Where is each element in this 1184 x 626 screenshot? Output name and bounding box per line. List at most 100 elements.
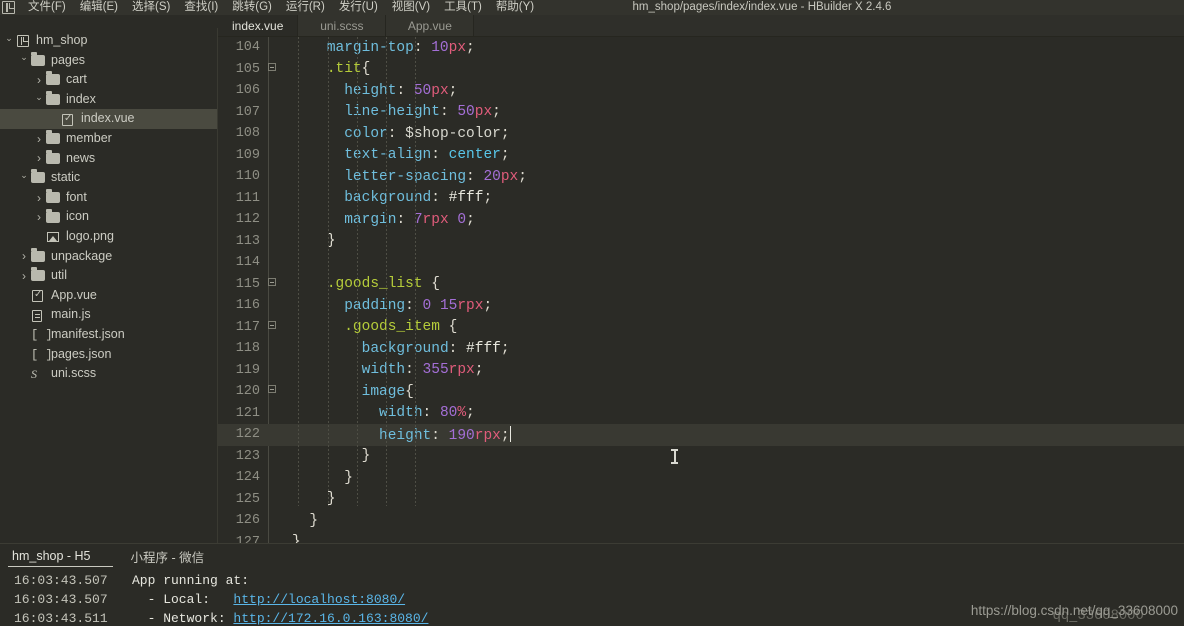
tree-item-member[interactable]: › member xyxy=(0,129,218,149)
code-line[interactable]: 125 } xyxy=(218,489,1184,511)
code-line[interactable]: 122 height: 190rpx; xyxy=(218,424,1184,446)
code-line[interactable]: 109 text-align: center; xyxy=(218,145,1184,167)
code-line[interactable]: 118 background: #fff; xyxy=(218,338,1184,360)
chevron-right-icon[interactable]: › xyxy=(34,211,44,223)
log-url-link[interactable]: http://172.16.0.163:8080/ xyxy=(233,609,428,626)
tree-item-label: hm_shop xyxy=(36,33,88,47)
chevron-right-icon[interactable]: › xyxy=(34,133,44,145)
tree-item-static[interactable]: ⌄ static xyxy=(0,168,218,188)
line-number: 123 xyxy=(235,448,260,464)
tree-item-label: static xyxy=(51,170,81,185)
chevron-down-icon[interactable]: ⌄ xyxy=(19,170,29,183)
tree-item-cart[interactable]: › cart xyxy=(0,70,218,90)
fold-toggle-icon[interactable] xyxy=(264,59,280,81)
menu-view[interactable]: 视图(V) xyxy=(385,0,437,15)
log-message: App running at: xyxy=(132,573,250,588)
tree-item-hm_shop[interactable]: ⌄ hm_shop xyxy=(0,31,218,51)
code-line[interactable]: 107 line-height: 50px; xyxy=(218,102,1184,124)
code-text: width: 355rpx; xyxy=(361,362,484,379)
line-number: 111 xyxy=(235,190,260,206)
line-number: 125 xyxy=(235,491,260,507)
chevron-right-icon[interactable]: › xyxy=(34,192,44,204)
folder-icon xyxy=(46,130,61,145)
code-line[interactable]: 123 } xyxy=(218,446,1184,468)
tree-item-pages-json[interactable]: [ ] pages.json xyxy=(0,345,218,365)
chevron-right-icon[interactable]: › xyxy=(19,250,29,262)
chevron-right-icon[interactable]: › xyxy=(34,74,44,86)
code-text: height: 190rpx; xyxy=(379,425,512,444)
code-line[interactable]: 104 margin-top: 10px; xyxy=(218,37,1184,59)
menu-edit[interactable]: 编辑(E) xyxy=(73,0,125,15)
tree-item-app-vue[interactable]: App.vue xyxy=(0,286,218,306)
chevron-down-icon[interactable]: ⌄ xyxy=(34,92,44,105)
code-line[interactable]: 120 image{ xyxy=(218,381,1184,403)
code-line[interactable]: 114 xyxy=(218,252,1184,274)
code-line[interactable]: 121 width: 80%; xyxy=(218,403,1184,425)
tree-item-index-vue[interactable]: index.vue xyxy=(0,109,218,129)
code-line[interactable]: 127} xyxy=(218,532,1184,543)
tree-item-font[interactable]: › font xyxy=(0,188,218,208)
project-explorer[interactable]: ⌄ hm_shop ⌄ pages › cart ⌄ index index.vue › membe… xyxy=(0,28,218,543)
tree-item-label: pages.json xyxy=(51,346,112,361)
menu-file[interactable]: 文件(F) xyxy=(21,0,73,15)
code-line[interactable]: 119 width: 355rpx; xyxy=(218,360,1184,382)
tab-uni-scss[interactable]: uni.scss xyxy=(298,15,387,36)
code-text: letter-spacing: 20px; xyxy=(344,168,527,185)
line-number: 105 xyxy=(235,61,260,77)
line-number: 119 xyxy=(235,362,260,378)
tree-item-unpackage[interactable]: › unpackage xyxy=(0,247,218,267)
tree-item-main-js[interactable]: main.js xyxy=(0,305,218,325)
fold-toggle-icon[interactable] xyxy=(264,381,280,403)
tab-app-vue[interactable]: App.vue xyxy=(386,15,475,36)
code-line[interactable]: 111 background: #fff; xyxy=(218,188,1184,210)
code-text: background: #fff; xyxy=(361,340,510,357)
tree-item-index[interactable]: ⌄ index xyxy=(0,90,218,110)
log-url-link[interactable]: http://localhost:8080/ xyxy=(233,590,405,609)
tab-index-vue[interactable]: index.vue xyxy=(218,15,299,36)
code-text: text-align: center; xyxy=(344,147,510,164)
tree-item-manifest-json[interactable]: [ ] manifest.json xyxy=(0,325,218,345)
code-line[interactable]: 112 margin: 7rpx 0; xyxy=(218,209,1184,231)
code-text: } xyxy=(344,469,353,486)
code-line[interactable]: 124 } xyxy=(218,467,1184,489)
code-line[interactable]: 110 letter-spacing: 20px; xyxy=(218,166,1184,188)
menu-select[interactable]: 选择(S) xyxy=(125,0,177,15)
code-line[interactable]: 117 .goods_item { xyxy=(218,317,1184,339)
code-content[interactable]: 104 margin-top: 10px; 105 .tit{106 height… xyxy=(218,37,1184,543)
console-tab-1[interactable]: 小程序 - 微信 xyxy=(127,547,215,569)
chevron-right-icon[interactable]: › xyxy=(19,270,29,282)
folder-icon xyxy=(31,247,46,263)
line-number: 118 xyxy=(235,341,260,357)
console-tab-0[interactable]: hm_shop - H5 xyxy=(8,549,113,567)
chevron-right-icon[interactable]: › xyxy=(34,152,44,164)
fold-toggle-icon[interactable] xyxy=(264,317,280,339)
code-editor[interactable]: 104 margin-top: 10px; 105 .tit{106 height… xyxy=(218,37,1184,543)
code-line[interactable]: 106 height: 50px; xyxy=(218,80,1184,102)
tree-item-icon[interactable]: › icon xyxy=(0,207,218,227)
tree-item-pages[interactable]: ⌄ pages xyxy=(0,51,218,71)
menu-goto[interactable]: 跳转(G) xyxy=(225,0,279,15)
fold-toggle-icon[interactable] xyxy=(264,274,280,296)
code-text: margin-top: 10px; xyxy=(326,39,475,56)
menu-help[interactable]: 帮助(Y) xyxy=(489,0,541,15)
code-line[interactable]: 105 .tit{ xyxy=(218,59,1184,81)
tree-item-util[interactable]: › util xyxy=(0,266,218,286)
code-line[interactable]: 115 .goods_list { xyxy=(218,274,1184,296)
tree-item-uni-scss[interactable]: Suni.scss xyxy=(0,364,218,384)
tree-item-label: cart xyxy=(66,72,87,87)
menu-tools[interactable]: 工具(T) xyxy=(437,0,489,15)
folder-icon xyxy=(31,267,46,282)
chevron-down-icon[interactable]: ⌄ xyxy=(4,33,14,46)
menu-publish[interactable]: 发行(U) xyxy=(332,0,385,15)
chevron-down-icon[interactable]: ⌄ xyxy=(19,53,29,65)
code-line[interactable]: 113 } xyxy=(218,231,1184,253)
tree-item-logo-png[interactable]: logo.png xyxy=(0,227,218,247)
menu-find[interactable]: 查找(I) xyxy=(177,0,225,15)
tree-item-label: manifest.json xyxy=(51,326,125,341)
tree-item-label: uni.scss xyxy=(51,366,97,381)
menu-run[interactable]: 运行(R) xyxy=(279,0,332,15)
code-line[interactable]: 108 color: $shop-color; xyxy=(218,123,1184,145)
code-line[interactable]: 126 } xyxy=(218,510,1184,532)
code-line[interactable]: 116 padding: 0 15rpx; xyxy=(218,295,1184,317)
tree-item-news[interactable]: › news xyxy=(0,149,218,169)
